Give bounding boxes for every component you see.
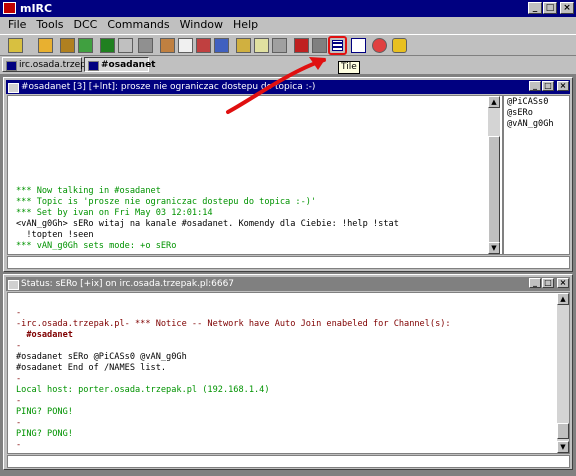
dcc-send-icon[interactable] [160,38,175,53]
notify-icon[interactable] [254,38,269,53]
message-line: PING? PONG! [16,429,73,439]
channel-scroll-thumb[interactable] [488,136,500,246]
remote-icon[interactable] [100,38,115,53]
message-line: - [16,440,22,450]
switchbar: irc.osada.trzep... #osadanet [0,56,576,74]
menu-tools[interactable]: Tools [33,17,66,33]
channel-window-icon [88,61,99,71]
maximize-button[interactable]: □ [543,2,557,14]
message-line: - [16,418,22,428]
app-title-bar[interactable]: mIRC _ □ × [0,0,576,17]
message-line: *** Now talking in #osadanet [16,186,161,196]
channel-close-button[interactable]: × [557,81,569,91]
url-list-icon[interactable] [214,38,229,53]
cascade-icon[interactable] [294,38,309,53]
scroll-down-arrow-icon[interactable]: ▼ [557,441,569,453]
tile-vertical-icon[interactable] [312,38,327,53]
aliases-icon[interactable] [118,38,133,53]
message-line: *** Set by ivan on Fri May 03 12:01:14 [16,208,213,218]
message-line: #osadanet [16,330,73,340]
menu-bar: File Tools DCC Commands Window Help [0,17,576,33]
menu-commands[interactable]: Commands [104,17,172,33]
message-line: <vAN_g0Gh> sERo witaj na kanale #osadane… [16,219,399,229]
scroll-down-arrow-icon[interactable]: ▼ [488,242,500,254]
status-text-area[interactable]: - -irc.osada.trzepak.pl- *** Notice -- Ne… [7,292,570,454]
message-line: #osadanet End of /NAMES list. [16,363,167,373]
toolbar [0,34,576,56]
dcc-chat-icon[interactable] [272,38,287,53]
status-scrollbar[interactable]: ▲ ▼ [557,293,569,453]
channel-input[interactable] [7,256,570,269]
tile-button[interactable] [328,36,347,55]
scripts-icon[interactable] [138,38,153,53]
help-icon[interactable] [372,38,387,53]
menu-dcc[interactable]: DCC [71,17,101,33]
channel-window-title: #osadanet [3] [+lnt]: prosze nie ogranic… [21,82,316,92]
message-line: Local host: porter.osada.trzepak.pl (192… [16,385,270,395]
log-files-icon[interactable] [236,38,251,53]
status-window-icon [8,280,19,290]
switchbar-tab-status[interactable]: irc.osada.trzep... [2,57,94,72]
minimize-button[interactable]: _ [528,2,542,14]
status-minimize-button[interactable]: _ [529,278,541,288]
channel-window[interactable]: #osadanet [3] [+lnt]: prosze nie ogranic… [3,77,573,272]
message-line: - [16,374,22,384]
menu-help[interactable]: Help [230,17,261,33]
status-close-button[interactable]: × [557,278,569,288]
switchbar-tab-label: #osadanet [101,60,156,70]
status-input[interactable] [7,455,570,468]
message-line: *** Topic is 'prosze nie ograniczac dost… [16,197,317,207]
close-button[interactable]: × [560,2,574,14]
app-title: mIRC [20,2,53,15]
nick-list-item[interactable]: @PiCASs0 [507,97,566,108]
channel-maximize-button[interactable]: □ [542,81,554,91]
status-window-title: Status: sERo [+ix] on irc.osada.trzepak.… [21,279,235,289]
menu-file[interactable]: File [5,17,29,33]
status-scroll-thumb[interactable] [557,423,569,439]
status-maximize-button[interactable]: □ [542,278,554,288]
options-icon[interactable] [38,38,53,53]
message-line: - [16,341,22,351]
message-line: - [16,396,22,406]
status-window-icon [6,61,17,71]
channel-minimize-button[interactable]: _ [529,81,541,91]
nick-list[interactable]: @PiCASs0 @sERo @vAN_g0Gh [503,95,570,255]
status-window-title-bar[interactable]: Status: sERo [+ix] on irc.osada.trzepak.… [6,277,570,291]
channels-list-icon[interactable] [78,38,93,53]
timer-icon[interactable] [178,38,193,53]
channel-text-area[interactable]: *** Now talking in #osadanet *** Topic is… [7,95,503,255]
about-icon[interactable] [392,38,407,53]
channel-scrollbar[interactable]: ▲ ▼ [488,96,500,254]
nick-list-item[interactable]: @sERo [507,108,566,119]
notify-list-icon[interactable] [196,38,211,53]
scroll-up-arrow-icon[interactable]: ▲ [488,96,500,108]
message-line: -irc.osada.trzepak.pl- *** Notice -- Net… [16,319,451,329]
switchbar-tab-channel[interactable]: #osadanet [84,57,155,72]
message-line: *** vAN_g0Gh sets mode: +o sERo [16,241,177,251]
channel-window-title-bar[interactable]: #osadanet [3] [+lnt]: prosze nie ogranic… [6,80,570,94]
message-line: PING? PONG! [16,407,73,417]
nick-list-item[interactable]: @vAN_g0Gh [507,119,566,130]
arrange-icon[interactable] [351,38,366,53]
tile-tooltip: Tile [338,61,360,74]
status-window[interactable]: Status: sERo [+ix] on irc.osada.trzepak.… [3,274,573,470]
mirc-app-icon[interactable] [3,2,16,14]
message-line: !topten !seen [16,230,94,240]
address-book-icon[interactable] [60,38,75,53]
channel-window-icon [8,83,19,93]
connect-icon[interactable] [8,38,23,53]
menu-window[interactable]: Window [177,17,226,33]
message-line: - [16,308,22,318]
scroll-up-arrow-icon[interactable]: ▲ [557,293,569,305]
tile-horizontal-icon [332,40,343,51]
message-line: #osadanet sERo @PiCASs0 @vAN_g0Gh [16,352,187,362]
